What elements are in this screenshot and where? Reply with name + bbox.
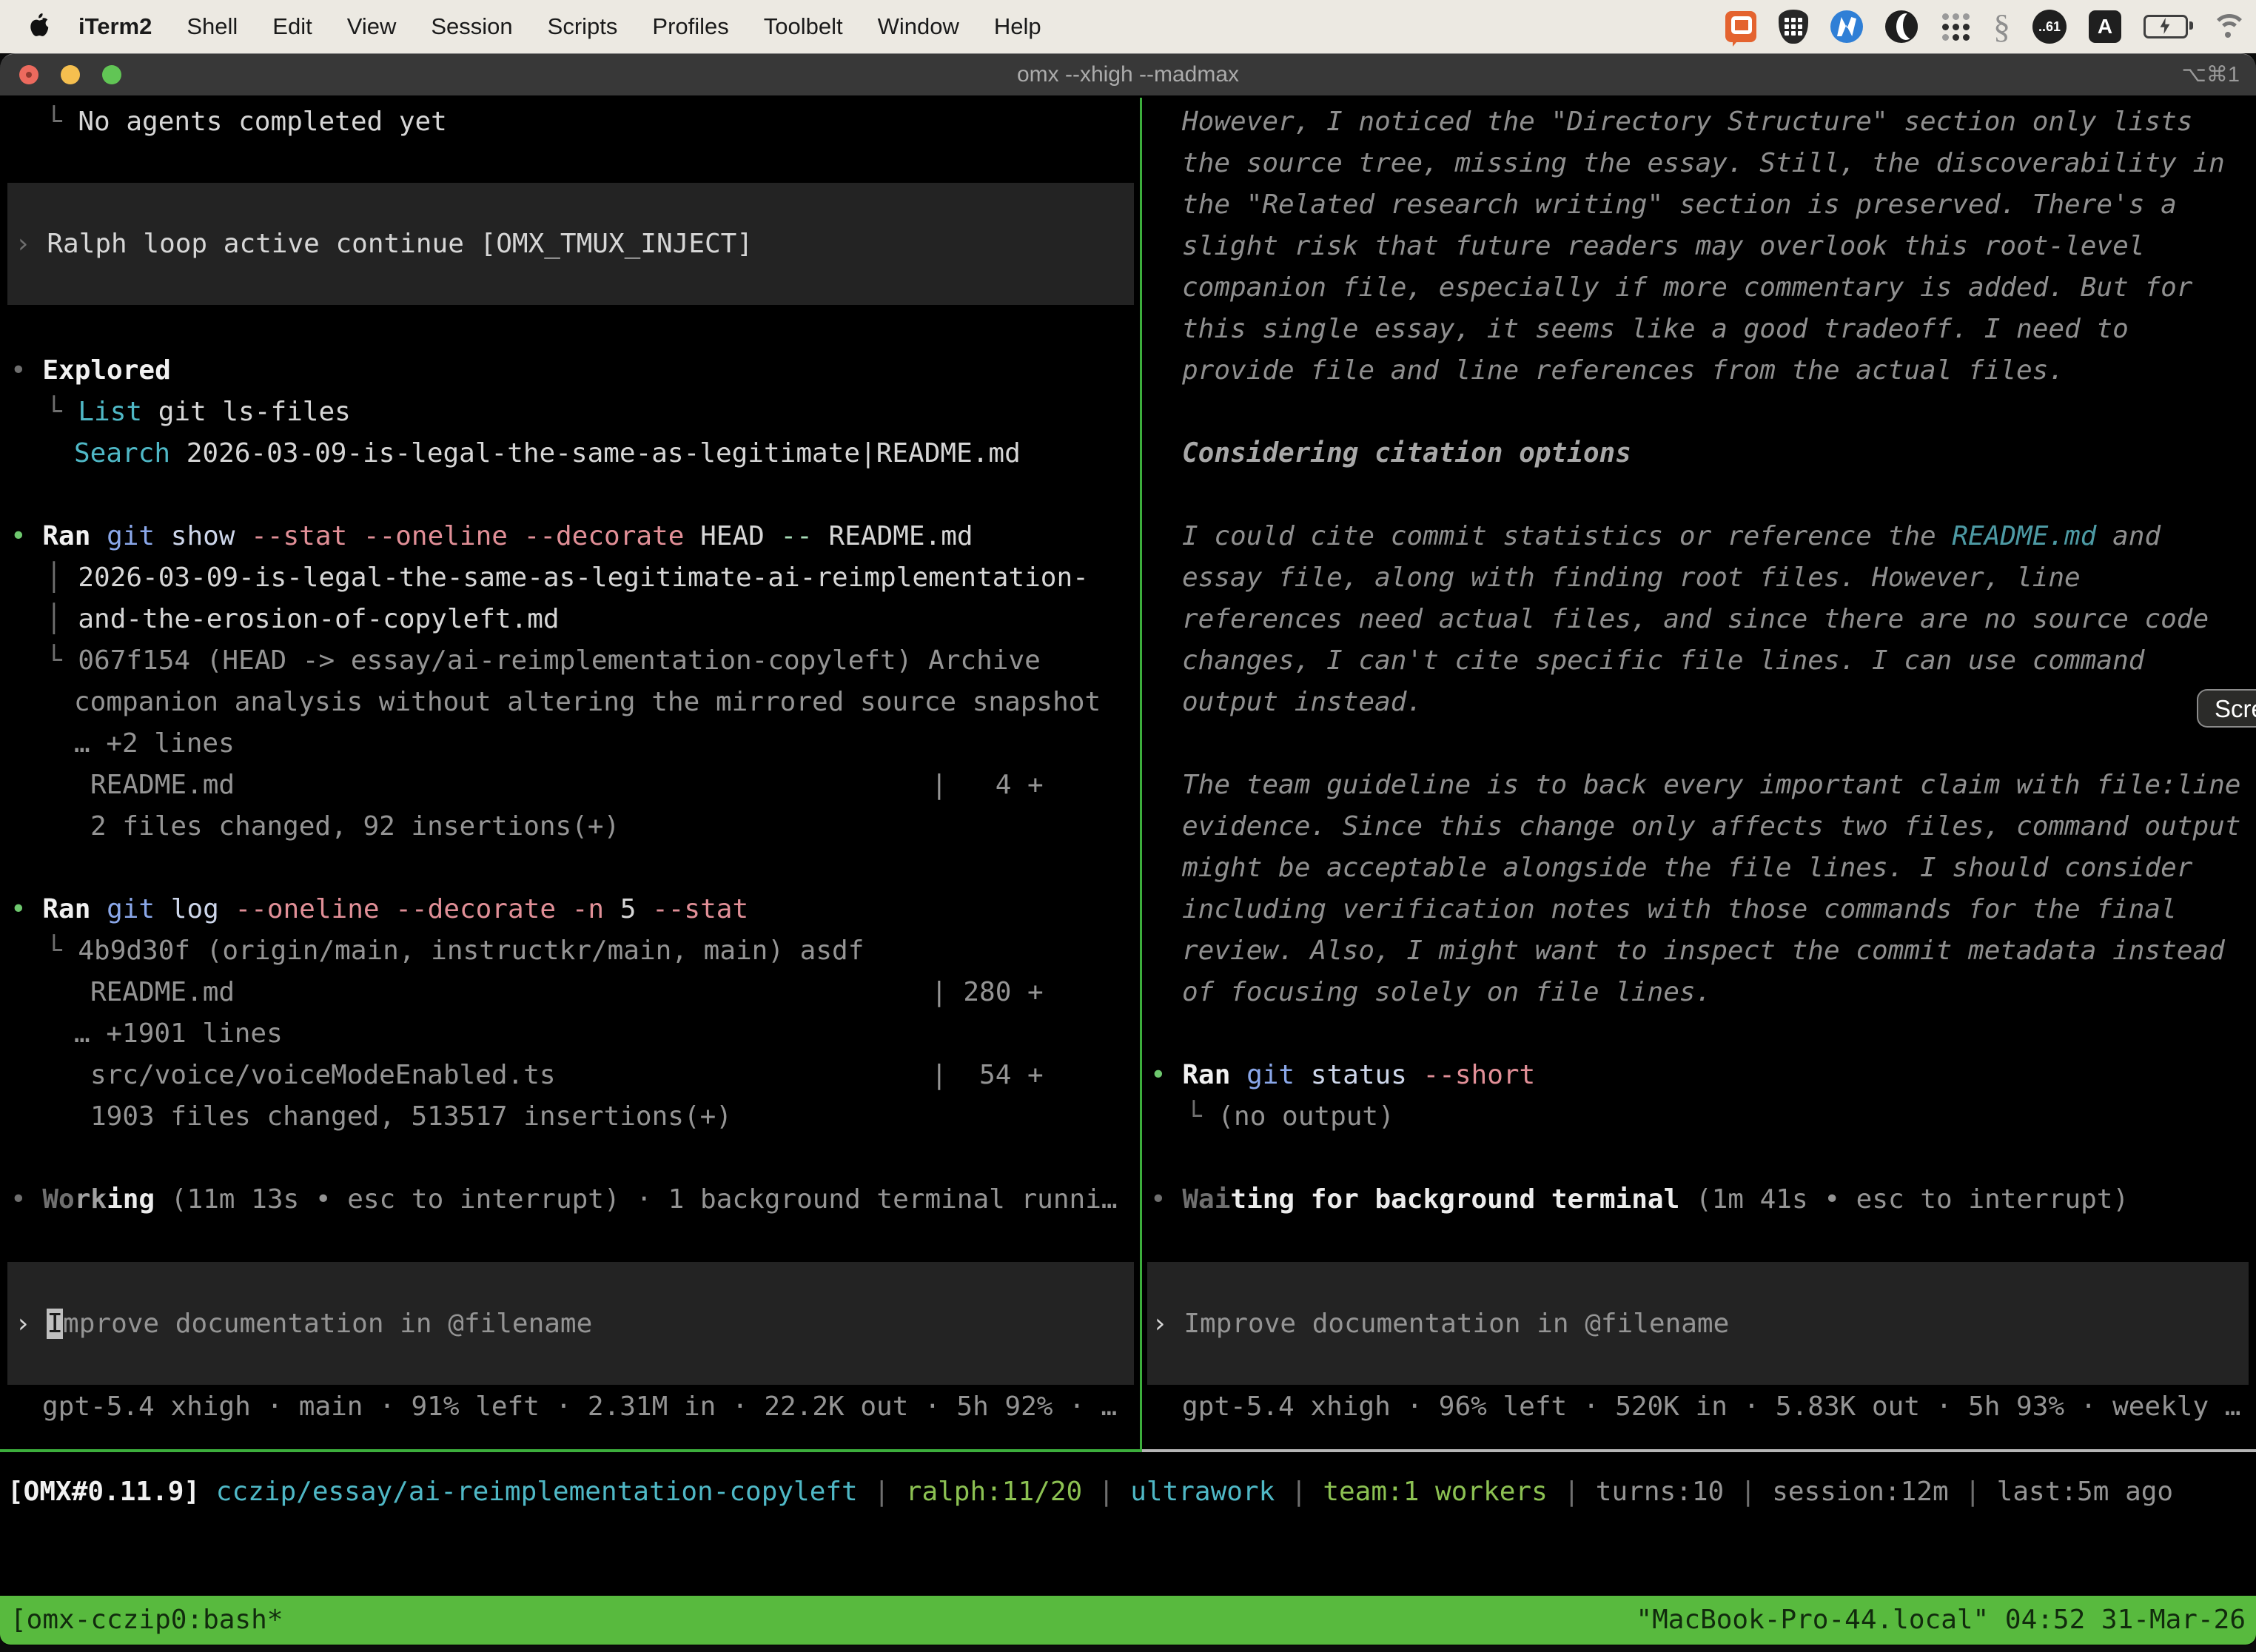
terminal-line: references need actual files, and since … (1182, 599, 2209, 640)
terminal-line: src/voice/voiceModeEnabled.ts| 54 + (90, 1055, 556, 1096)
terminal-line: evidence. Since this change only affects… (1182, 806, 2240, 847)
battery-charging-icon[interactable] (2143, 15, 2188, 38)
menu-item-help[interactable]: Help (994, 13, 1041, 39)
terminal-line: slight risk that future readers may over… (1182, 226, 2144, 267)
menu-item-edit[interactable]: Edit (272, 13, 312, 39)
screen-share-overlay[interactable]: Scre (2197, 689, 2256, 728)
menu-item-shell[interactable]: Shell (187, 13, 238, 39)
menu-item-session[interactable]: Session (431, 13, 512, 39)
contrast-circle-icon[interactable] (1885, 10, 1918, 43)
left-explored-search: Search 2026-03-09-is-legal-the-same-as-l… (74, 433, 1021, 474)
terminal-line: I could cite commit statistics or refere… (1182, 516, 2161, 557)
terminal-line: provide file and line references from th… (1182, 350, 2064, 392)
terminal-line: essay file, along with finding root file… (1182, 557, 2081, 599)
blue-pinwheel-icon[interactable] (1830, 10, 1863, 43)
terminal-line: The team guideline is to back every impo… (1182, 765, 2240, 806)
terminal-line: companion file, especially if more comme… (1182, 267, 2192, 309)
terminal-line: └ 067f154 (HEAD -> essay/ai-reimplementa… (46, 640, 1041, 682)
tmux-status-bar: [omx-cczip0:bash* "MacBook-Pro-44.local"… (0, 1596, 2256, 1645)
left-prompt-input[interactable]: › Improve documentation in @filename (15, 1303, 592, 1345)
terminal-line: changes, I can't cite specific file line… (1182, 640, 2144, 682)
chat-app-icon[interactable] (1725, 11, 1756, 42)
left-pane-bottom-border (0, 1449, 1142, 1452)
terminal-line: README.md| 280 + (90, 972, 235, 1013)
terminal-line: of focusing solely on file lines. (1182, 972, 1711, 1013)
battery-percent-badge-icon[interactable]: ..61 (2032, 10, 2067, 44)
left-no-agents-line: └ No agents completed yet (46, 101, 447, 143)
tmux-session-window-label[interactable]: [omx-cczip0:bash* (10, 1596, 283, 1645)
menu-item-profiles[interactable]: Profiles (652, 13, 728, 39)
minimize-button[interactable] (61, 65, 80, 84)
terminal-line: output instead. (1182, 682, 1423, 723)
terminal-line: review. Also, I might want to inspect th… (1182, 930, 2225, 972)
left-working-status: • Working (11m 13s • esc to interrupt) ·… (10, 1179, 1118, 1220)
terminal-line: this single essay, it seems like a good … (1182, 309, 2129, 350)
menu-item-window[interactable]: Window (878, 13, 959, 39)
terminal-content: └ No agents completed yet › Ralph loop ac… (0, 95, 2256, 1596)
right-waiting-status: • Waiting for background terminal (1m 41… (1150, 1179, 2129, 1220)
close-button[interactable] (19, 65, 38, 84)
right-ran-git-status: • Ran git status --short (1150, 1055, 1535, 1096)
left-explored-header: • Explored (10, 350, 171, 392)
menu-bar: iTerm2 Shell Edit View Session Scripts Profile… (0, 0, 2256, 53)
screen-share-overlay-label: Scre (2215, 695, 2256, 722)
terminal-line: the source tree, missing the essay. Stil… (1182, 143, 2225, 184)
terminal-line: 2 files changed, 92 insertions(+) (90, 806, 620, 847)
right-model-status-line: gpt-5.4 xhigh · 96% left · 520K in · 5.8… (1182, 1386, 2240, 1428)
left-ran-git-show: • Ran git show --stat --oneline --decora… (10, 516, 973, 557)
tmux-host-clock-label: "MacBook-Pro-44.local" 04:52 31-Mar-26 (1636, 1596, 2246, 1645)
dots-grid-icon[interactable] (1940, 11, 1971, 42)
squiggle-icon[interactable]: § (1993, 10, 2010, 44)
terminal-line: might be acceptable alongside the file l… (1182, 847, 2192, 889)
terminal-line: │ and-the-erosion-of-copyleft.md (46, 599, 560, 640)
wifi-icon[interactable] (2210, 13, 2246, 41)
terminal-line: … +1901 lines (74, 1013, 283, 1055)
right-prompt-input[interactable]: › Improve documentation in @filename (1152, 1303, 1729, 1345)
terminal-line: including verification notes with those … (1182, 889, 2177, 930)
menu-status-icons: § ..61 A (1725, 0, 2246, 53)
terminal-line: └ 4b9d30f (origin/main, instructkr/main,… (46, 930, 864, 972)
ralph-loop-line: › Ralph loop active continue [OMX_TMUX_I… (15, 224, 753, 265)
apple-logo-icon[interactable] (27, 13, 50, 41)
terminal-line: README.md| 4 + (90, 765, 235, 806)
omx-status-line: [OMX#0.11.9] cczip/essay/ai-reimplementa… (7, 1471, 2173, 1513)
left-explored-list: └ List git ls-files (46, 392, 351, 433)
menu-item-iterm2[interactable]: iTerm2 (78, 13, 152, 39)
right-reasoning-heading: Considering citation options (1182, 433, 1631, 474)
terminal-line: … +2 lines (74, 723, 235, 765)
tmux-pane-divider (1140, 98, 1142, 1452)
right-pane-bottom-border (1142, 1449, 2256, 1452)
window-title: omx --xhigh --madmax (1017, 54, 1239, 95)
right-reasoning-text: However, I noticed the "Directory Struct… (1182, 101, 2192, 143)
terminal-line: └ (no output) (1186, 1096, 1394, 1138)
left-model-status-line: gpt-5.4 xhigh · main · 91% left · 2.31M … (42, 1386, 1117, 1428)
traffic-lights (19, 54, 121, 95)
terminal-line: │ 2026-03-09-is-legal-the-same-as-legiti… (46, 557, 1089, 599)
window-shortcut-badge: ⌥⌘1 (2181, 54, 2240, 95)
menu-item-view[interactable]: View (347, 13, 397, 39)
menu-item-scripts[interactable]: Scripts (548, 13, 618, 39)
terminal-line: companion analysis without altering the … (74, 682, 1101, 723)
terminal-line: 1903 files changed, 513517 insertions(+) (90, 1096, 732, 1138)
menu-item-toolbelt[interactable]: Toolbelt (764, 13, 843, 39)
shield-grid-icon[interactable] (1779, 10, 1808, 44)
terminal-line: the "Related research writing" section i… (1182, 184, 2177, 226)
title-bar: omx --xhigh --madmax ⌥⌘1 (0, 54, 2256, 95)
left-ran-git-log: • Ran git log --oneline --decorate -n 5 … (10, 889, 748, 930)
keyboard-a-icon[interactable]: A (2089, 10, 2121, 43)
zoom-button[interactable] (102, 65, 121, 84)
